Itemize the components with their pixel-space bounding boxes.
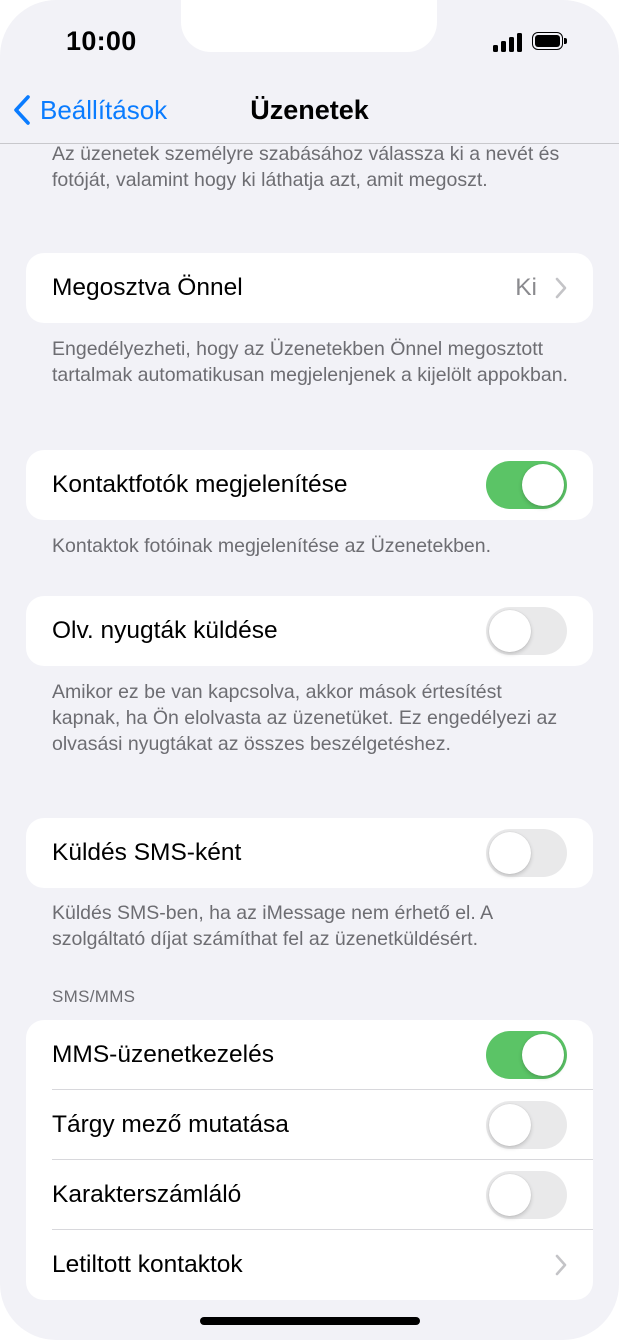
send-sms-footer: Küldés SMS-ben, ha az iMessage nem érhet… — [52, 902, 493, 950]
read-receipts-toggle[interactable] — [486, 607, 567, 655]
send-sms-row: Küldés SMS-ként — [26, 818, 593, 888]
mms-messaging-toggle[interactable] — [486, 1031, 567, 1079]
section-header-sms-mms: SMS/MMS — [52, 987, 136, 1006]
status-time: 10:00 — [66, 26, 137, 56]
read-receipts-group: Olv. nyugták küldése — [26, 596, 593, 666]
shared-group: Megosztva Önnel Ki — [26, 253, 593, 323]
show-subject-row: Tárgy mező mutatása — [26, 1090, 593, 1160]
send-sms-toggle[interactable] — [486, 829, 567, 877]
read-receipts-row: Olv. nyugták küldése — [26, 596, 593, 666]
row-label: Kontaktfotók megjelenítése — [52, 471, 348, 498]
mms-messaging-row: MMS-üzenetkezelés — [26, 1020, 593, 1090]
toggle-knob — [489, 1104, 531, 1146]
blocked-contacts-row[interactable]: Letiltott kontaktok — [26, 1230, 593, 1300]
navigation-bar: Beállítások Üzenetek — [0, 80, 619, 140]
sms-mms-group: MMS-üzenetkezelés Tárgy mező mutatása Ka… — [26, 1020, 593, 1300]
contact-photos-row: Kontaktfotók megjelenítése — [26, 450, 593, 520]
character-count-toggle[interactable] — [486, 1171, 567, 1219]
row-label: Olv. nyugták küldése — [52, 617, 278, 644]
contact-photos-toggle[interactable] — [486, 461, 567, 509]
status-bar: 10:00 — [0, 0, 619, 80]
toggle-knob — [489, 610, 531, 652]
row-label: Letiltott kontaktok — [52, 1251, 243, 1278]
read-receipts-footer: Amikor ez be van kapcsolva, akkor mások … — [52, 681, 558, 755]
contact-photos-footer: Kontaktok fotóinak megjelenítése az Üzen… — [52, 535, 492, 557]
chevron-right-icon — [555, 277, 567, 299]
chevron-right-icon — [555, 1254, 567, 1276]
battery-icon — [532, 32, 568, 52]
toggle-knob — [489, 832, 531, 874]
phone-screen: 10:00 Beállítások Üzenetek Az üzenetek s… — [0, 0, 619, 1340]
intro-text: Az üzenetek személyre szabásához válassz… — [52, 143, 560, 191]
row-label: Megosztva Önnel — [52, 274, 243, 301]
home-indicator[interactable] — [200, 1317, 420, 1325]
shared-with-you-row[interactable]: Megosztva Önnel Ki — [26, 253, 593, 323]
row-value: Ki — [515, 274, 537, 301]
row-label: Tárgy mező mutatása — [52, 1111, 289, 1138]
toggle-knob — [522, 464, 564, 506]
character-count-row: Karakterszámláló — [26, 1160, 593, 1230]
toggle-knob — [522, 1034, 564, 1076]
shared-footer: Engedélyezheti, hogy az Üzenetekben Önne… — [52, 338, 568, 386]
row-label: Karakterszámláló — [52, 1181, 242, 1208]
show-subject-toggle[interactable] — [486, 1101, 567, 1149]
row-label: Küldés SMS-ként — [52, 839, 242, 866]
contact-photos-group: Kontaktfotók megjelenítése — [26, 450, 593, 520]
page-title: Üzenetek — [250, 95, 369, 125]
row-label: MMS-üzenetkezelés — [52, 1041, 274, 1068]
notch — [181, 0, 437, 52]
signal-icon — [493, 33, 523, 52]
send-sms-group: Küldés SMS-ként — [26, 818, 593, 888]
toggle-knob — [489, 1174, 531, 1216]
